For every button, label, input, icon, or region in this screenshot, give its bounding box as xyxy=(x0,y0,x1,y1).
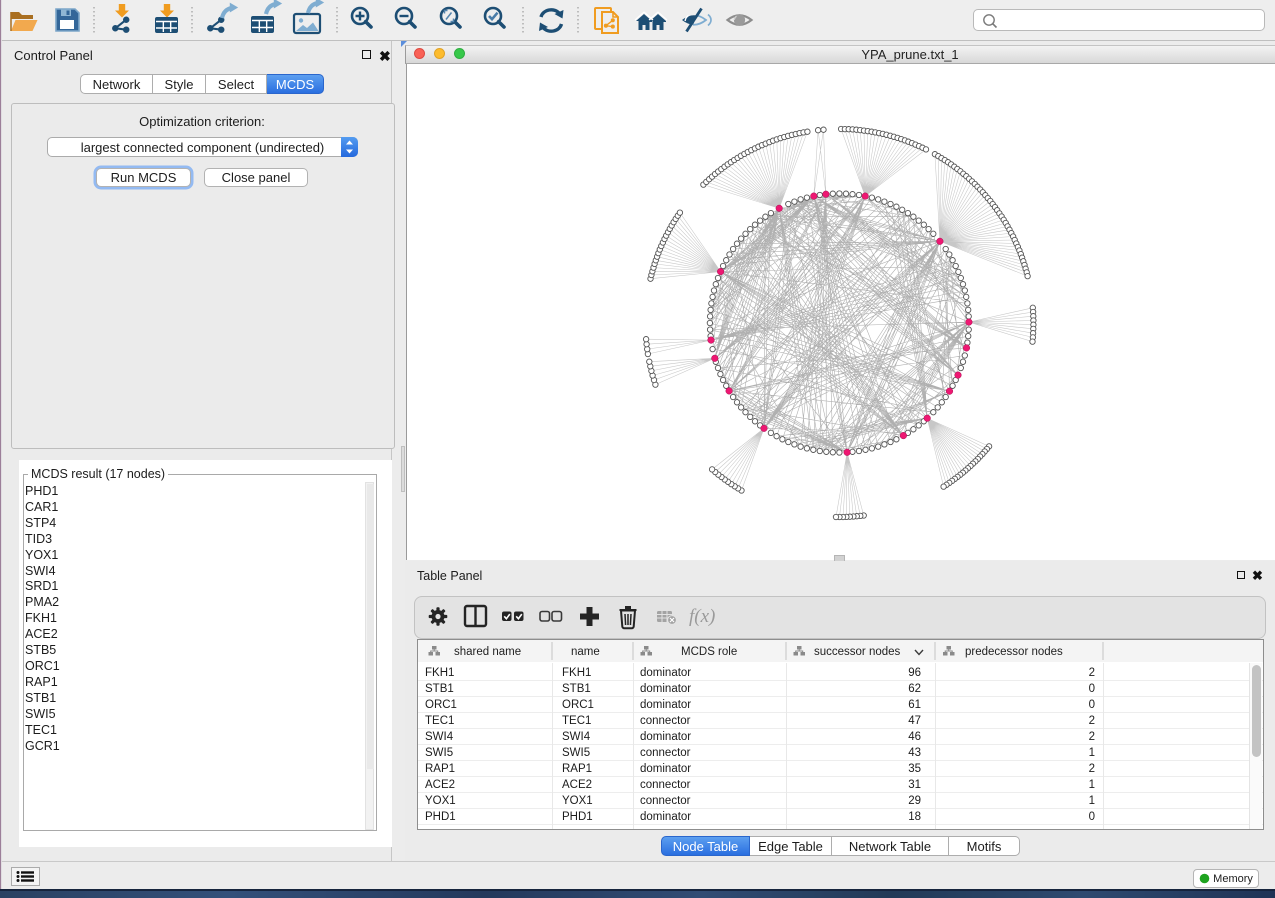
svg-text:shared name: shared name xyxy=(454,646,521,658)
svg-text:predecessor nodes: predecessor nodes xyxy=(965,646,1063,658)
svg-text:successor nodes: successor nodes xyxy=(814,646,901,658)
svg-text:MCDS role: MCDS role xyxy=(681,646,737,658)
svg-text:name: name xyxy=(571,646,600,658)
svg-text:f(x): f(x) xyxy=(689,606,715,627)
